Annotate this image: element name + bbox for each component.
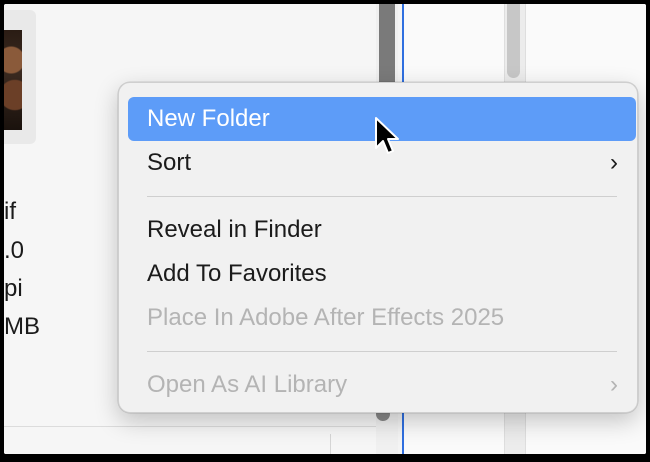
chevron-right-icon: › [610,149,618,176]
metadata-line: MB [4,313,40,340]
browser-scrollbar-thumb[interactable] [507,4,520,78]
metadata-line: pi [4,275,23,302]
chevron-right-icon: › [610,371,618,398]
menu-item-label: Add To Favorites [147,260,327,287]
metadata-line: .0 [4,237,25,264]
mouse-pointer-icon [375,117,399,154]
finder-window: if .0 pi MB New Folder Sort › Reveal in … [4,4,646,454]
menu-item-open-as-ai-library: Open As AI Library › [128,363,636,407]
metadata-line: if [4,198,16,225]
menu-separator [147,196,617,197]
menu-separator [147,351,617,352]
menu-item-label: Reveal in Finder [147,216,322,243]
thumbnail-card[interactable] [4,10,36,144]
menu-item-reveal-in-finder[interactable]: Reveal in Finder [128,208,636,252]
divider [4,426,376,427]
menu-item-label: New Folder [147,105,270,132]
menu-item-label: Place In Adobe After Effects 2025 [147,304,505,331]
menu-item-label: Open As AI Library [147,371,348,398]
menu-item-place-in-after-effects: Place In Adobe After Effects 2025 [128,296,636,340]
thumbnail-image [4,30,22,130]
column-divider [330,434,331,454]
menu-item-add-to-favorites[interactable]: Add To Favorites [128,252,636,296]
menu-item-label: Sort [147,149,192,176]
